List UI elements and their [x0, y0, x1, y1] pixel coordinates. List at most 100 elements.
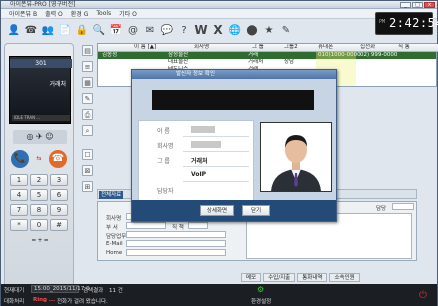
col-header-group[interactable]: 그 룹 [252, 44, 264, 51]
phone-function-icons: ◎ ✈ ☺ [13, 130, 67, 144]
key-1[interactable]: 1 [10, 174, 28, 186]
phone-status: IDLE TRAN ... [12, 115, 70, 121]
status-date: 15:00_2015/11/17 0 [34, 286, 90, 292]
transfer-icon[interactable]: ⇆ [32, 152, 46, 166]
status-count: 11 건 [109, 288, 123, 294]
col-header-mobile[interactable]: 휴대폰 [318, 44, 333, 51]
manager-select[interactable] [392, 203, 414, 210]
volume-control[interactable]: ━ + ━ [17, 238, 63, 244]
magnifier-icon[interactable]: ⌕ [82, 125, 93, 136]
divider [183, 166, 249, 167]
status-message: 전화가 걸려 왔습니다. [57, 299, 108, 305]
key-2[interactable]: 2 [30, 174, 48, 186]
key-0[interactable]: 0 [30, 219, 48, 231]
cell-group: 거래 [248, 52, 259, 58]
phone-screen-label: 거래처 [49, 81, 66, 88]
label-duty: 담당업무 [106, 234, 127, 240]
key-6[interactable]: 6 [50, 189, 68, 201]
close-dialog-button[interactable]: 닫기 [242, 205, 270, 216]
menu-item-settings[interactable]: 환경 G [71, 9, 89, 18]
label-home: Home [106, 250, 123, 256]
window-title: 아이폰뷰-PRO [영구버전] [10, 1, 76, 8]
status-ring: Ring ... [33, 297, 56, 303]
position-field[interactable] [188, 222, 208, 229]
homepage-field[interactable] [126, 249, 226, 256]
word-icon[interactable]: W [194, 23, 208, 37]
tag-icon[interactable]: ▦ [82, 77, 93, 88]
tab-call-history[interactable]: 통화내역 [297, 273, 328, 282]
bottom-tabs: 메모 수입/지출 통화내역 소속인원 [241, 273, 437, 283]
checkbox-icon[interactable]: ☐ [82, 149, 93, 160]
side-tool-icons: ▤ ≡ ▦ ✎ ⎙ ⌕ ☐ ⊠ ⊞ [82, 45, 94, 245]
dept-field[interactable] [126, 222, 166, 229]
menu-item-etc[interactable]: 기타 O [119, 9, 137, 18]
minimize-button[interactable]: _ [400, 2, 411, 8]
status-env-settings[interactable]: 환경설정 [251, 297, 271, 305]
calendar-icon[interactable]: 📅 [109, 23, 123, 37]
document-icon[interactable]: 📄 [58, 23, 72, 37]
phone-icon[interactable]: ☎ [24, 23, 38, 37]
search-icon[interactable]: 🔍 [92, 23, 106, 37]
lock-icon[interactable]: 🔒 [75, 23, 89, 37]
mail-icon[interactable]: ✉ [143, 23, 157, 37]
globe-icon[interactable]: 🌐 [228, 23, 242, 37]
key-3[interactable]: 3 [50, 174, 68, 186]
key-9[interactable]: 9 [50, 204, 68, 216]
star-icon[interactable]: ★ [262, 23, 276, 37]
settings-icon[interactable]: ⚙ [257, 285, 264, 294]
key-star[interactable]: * [10, 219, 28, 231]
col-header-direct[interactable]: 직 통 [398, 44, 410, 51]
menu-item-phone[interactable]: 아이폰뷰 B [9, 9, 37, 18]
key-5[interactable]: 5 [30, 189, 48, 201]
phone-screen: 301 거래처 IDLE TRAN ... [9, 56, 72, 124]
menu-item-tools[interactable]: Tools [96, 10, 111, 17]
delete-icon[interactable]: ⊠ [82, 165, 93, 176]
table-row[interactable] [98, 59, 436, 66]
col-header-home[interactable]: 집전화 [360, 44, 375, 51]
key-8[interactable]: 8 [30, 204, 48, 216]
dialog-title: 발신자 정보 확인 [132, 70, 336, 79]
tab-members[interactable]: 소속인원 [329, 273, 360, 282]
status-bar: 현재대기 15:00_2015/11/17 0 검색결과 11 건 대화처리 R… [1, 284, 437, 306]
email-icon[interactable]: @ [126, 23, 140, 37]
duty-field[interactable] [126, 231, 226, 238]
key-7[interactable]: 7 [10, 204, 28, 216]
pen-icon[interactable]: ✎ [82, 93, 93, 104]
divider [183, 136, 249, 137]
cell-company: 삼성물산 [168, 52, 189, 58]
col-header-name[interactable]: 이 름 [▲] [134, 44, 156, 51]
tab-income-expense[interactable]: 수입/지출 [263, 273, 296, 282]
chat-icon[interactable]: 💬 [160, 23, 174, 37]
col-header-group2[interactable]: 그룹2 [284, 44, 298, 51]
email-field[interactable] [126, 240, 226, 247]
cell-home: 02) 999-0000 [360, 52, 398, 58]
key-hash[interactable]: # [50, 219, 68, 231]
call-button[interactable]: 📞 [11, 150, 29, 168]
app-window: 아이폰뷰-PRO [영구버전] _ □ × 아이폰뷰 B 출력 O 환경 G T… [0, 0, 438, 306]
excel-icon[interactable]: X [211, 23, 225, 37]
key-4[interactable]: 4 [10, 189, 28, 201]
label-company: 회사명 [106, 216, 122, 222]
group-icon[interactable]: 👥 [41, 23, 55, 37]
tab-all[interactable]: 전체자료 [99, 191, 124, 199]
hangup-button[interactable]: ☎ [49, 150, 67, 168]
print-icon[interactable]: ⎙ [82, 109, 93, 120]
label-position: 직 책 [172, 225, 184, 231]
power-icon[interactable]: ⏻ [419, 290, 427, 301]
doc-icon[interactable]: ▤ [82, 45, 93, 56]
list-icon[interactable]: ≡ [82, 61, 93, 72]
add-icon[interactable]: ⊞ [82, 181, 93, 192]
user-icon[interactable]: 👤 [7, 23, 21, 37]
help-icon[interactable]: ? [177, 23, 191, 37]
caller-photo [260, 122, 332, 192]
close-button[interactable]: × [424, 2, 435, 8]
record-icon[interactable]: ⬤ [245, 23, 259, 37]
edit-icon[interactable]: ✎ [279, 23, 293, 37]
value-group: 거래처 [191, 158, 208, 165]
detail-view-button[interactable]: 상세화면 [200, 205, 234, 216]
caller-number-bar [152, 90, 314, 110]
tab-memo[interactable]: 메모 [241, 273, 262, 282]
menu-item-print[interactable]: 출력 O [45, 9, 63, 18]
col-header-company[interactable]: 회사명 [194, 44, 209, 51]
maximize-button[interactable]: □ [412, 2, 423, 8]
